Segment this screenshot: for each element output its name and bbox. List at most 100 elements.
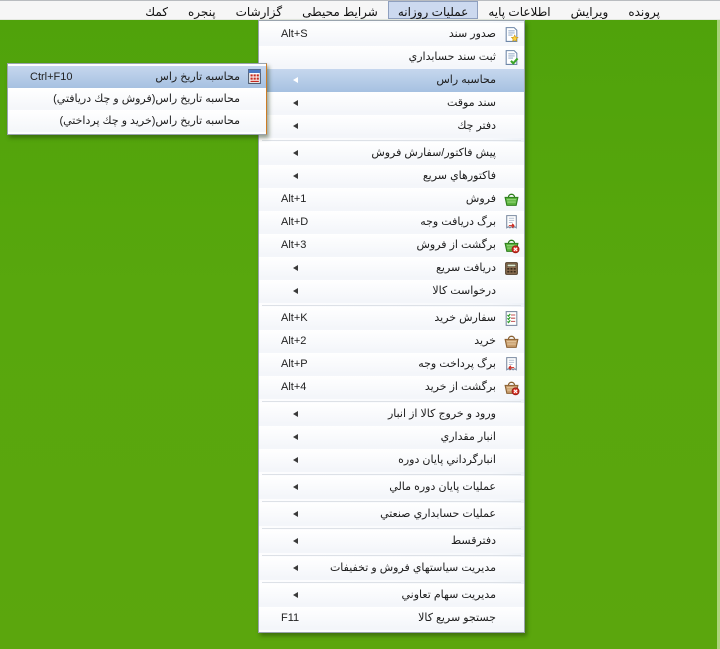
menu-separator	[262, 582, 521, 583]
submenu-arrow-icon	[293, 538, 298, 544]
menu-separator	[262, 501, 521, 502]
menubar-item-7[interactable]: كمك	[135, 1, 178, 19]
menubar-item-3[interactable]: عملیات روزانه	[388, 1, 478, 19]
submenu-arrow-icon	[293, 100, 298, 106]
dropdown-item-7[interactable]: فاكتورهاي سریع	[259, 165, 524, 188]
ras-date-submenu: محاسبه تاریخ راسCtrl+F10محاسبه تاریخ راس…	[7, 63, 267, 135]
dropdown-item-25[interactable]: عملیات حسابداري صنعتي	[259, 503, 524, 526]
menu-item-label: برگ پرداخت وجه	[418, 358, 496, 370]
dropdown-item-8[interactable]: فروش Alt+1	[259, 188, 524, 211]
dropdown-item-21[interactable]: انبارگرداني پایان دوره	[259, 449, 524, 472]
dropdown-item-16[interactable]: برگ پرداخت وجه Alt+P	[259, 353, 524, 376]
dropdown-item-4[interactable]: دفتر چك	[259, 115, 524, 138]
dropdown-item-6[interactable]: پیش فاكتور/سفارش فروش	[259, 142, 524, 165]
menu-item-label: محاسبه راس	[436, 74, 496, 86]
menu-item-label: محاسبه تاریخ راس(فروش و چك دریافتي)	[53, 93, 240, 105]
basket-tan-icon	[503, 333, 520, 350]
dropdown-item-19[interactable]: ورود و خروج كالا از انبار	[259, 403, 524, 426]
dropdown-item-32[interactable]: جستجو سریع كالا F11	[259, 607, 524, 630]
menu-item-label: محاسبه تاریخ راس(خرید و چك پرداختي)	[59, 115, 240, 127]
menu-item-label: ثبت سند حسابداري	[409, 51, 496, 63]
dropdown-item-1[interactable]: ثبت سند حسابداري	[259, 46, 524, 69]
dropdown-item-20[interactable]: انبار مقداري	[259, 426, 524, 449]
dropdown-item-10[interactable]: برگشت از فروشAlt+3	[259, 234, 524, 257]
submenu-item-2[interactable]: محاسبه تاریخ راس(خرید و چك پرداختي)	[8, 110, 266, 132]
submenu-arrow-icon	[293, 511, 298, 517]
menu-item-label: دفتر چك	[457, 120, 496, 132]
submenu-item-1[interactable]: محاسبه تاریخ راس(فروش و چك دریافتي)	[8, 88, 266, 110]
menubar-item-4[interactable]: شرایط محیطی	[292, 1, 388, 19]
menu-shortcut: Ctrl+F10	[30, 66, 73, 88]
submenu-arrow-icon	[293, 565, 298, 571]
menu-shortcut: Alt+2	[281, 330, 306, 353]
menu-shortcut: Alt+K	[281, 307, 308, 330]
dropdown-item-12[interactable]: درخواست كالا	[259, 280, 524, 303]
menu-item-label: پیش فاكتور/سفارش فروش	[371, 147, 496, 159]
dropdown-item-11[interactable]: دریافت سریع	[259, 257, 524, 280]
menu-separator	[262, 401, 521, 402]
menubar-item-1[interactable]: ویرایش	[561, 1, 619, 19]
dropdown-item-2[interactable]: محاسبه راس	[259, 69, 524, 92]
dropdown-item-17[interactable]: برگشت از خریدAlt+4	[259, 376, 524, 399]
daily-operations-menu: صدور سند Alt+S ثبت سند حسابداري محاسبه راس س…	[258, 20, 525, 633]
submenu-arrow-icon	[293, 150, 298, 156]
menu-item-label: عملیات پایان دوره مالي	[389, 481, 496, 493]
menu-item-label: خرید	[474, 335, 496, 347]
app-window: پروندهویرایشاطلاعات پایهعملیات روزانهشرا…	[0, 0, 720, 649]
dropdown-item-31[interactable]: مدیریت سهام تعاوني	[259, 584, 524, 607]
menu-shortcut: F11	[281, 607, 299, 630]
menu-shortcut: Alt+1	[281, 188, 306, 211]
receipt-out-icon	[503, 356, 520, 373]
submenu-item-0[interactable]: محاسبه تاریخ راس Ctrl+F10	[8, 66, 266, 88]
menu-item-label: دریافت سریع	[436, 262, 496, 274]
submenu-arrow-icon	[293, 434, 298, 440]
checklist-icon	[503, 310, 520, 327]
menubar-item-5[interactable]: گزارشات	[226, 1, 292, 19]
menu-shortcut: Alt+P	[281, 353, 308, 376]
menubar-item-6[interactable]: پنجره	[178, 1, 226, 19]
submenu-arrow-icon	[293, 288, 298, 294]
dropdown-item-9[interactable]: برگ دریافت وجه Alt+D	[259, 211, 524, 234]
dropdown-item-29[interactable]: مدیریت سیاستهاي فروش و تخفیفات	[259, 557, 524, 580]
menu-item-label: فاكتورهاي سریع	[423, 170, 496, 182]
calculator-icon	[246, 68, 263, 85]
receipt-in-icon	[503, 214, 520, 231]
submenu-arrow-icon	[293, 484, 298, 490]
dropdown-item-23[interactable]: عملیات پایان دوره مالي	[259, 476, 524, 499]
submenu-arrow-icon	[293, 411, 298, 417]
dropdown-item-3[interactable]: سند موقت	[259, 92, 524, 115]
dropdown-item-15[interactable]: خرید Alt+2	[259, 330, 524, 353]
submenu-arrow-icon	[293, 592, 298, 598]
menu-item-label: سفارش خرید	[434, 312, 496, 324]
menu-item-label: عملیات حسابداري صنعتي	[380, 508, 496, 520]
menu-item-label: انبارگرداني پایان دوره	[398, 454, 496, 466]
dropdown-item-0[interactable]: صدور سند Alt+S	[259, 23, 524, 46]
menu-item-label: فروش	[466, 193, 496, 205]
dropdown-item-27[interactable]: دفترقسط	[259, 530, 524, 553]
menu-item-label: جستجو سریع كالا	[418, 612, 496, 624]
document-check-icon	[503, 49, 520, 66]
menu-item-label: برگ دریافت وجه	[420, 216, 496, 228]
menu-shortcut: Alt+D	[281, 211, 308, 234]
menu-shortcut: Alt+S	[281, 23, 308, 46]
submenu-arrow-icon	[293, 173, 298, 179]
menu-item-label: ورود و خروج كالا از انبار	[388, 408, 496, 420]
submenu-arrow-icon	[293, 123, 298, 129]
menu-item-label: دفترقسط	[451, 535, 496, 547]
menu-item-label: درخواست كالا	[432, 285, 496, 297]
menu-item-label: صدور سند	[449, 28, 496, 40]
menu-item-label: مدیریت سهام تعاوني	[402, 589, 496, 601]
menubar-item-0[interactable]: پرونده	[618, 1, 670, 19]
menu-item-label: برگشت از خرید	[425, 381, 496, 393]
basket-green-icon	[503, 191, 520, 208]
dropdown-item-14[interactable]: سفارش خرید Alt+K	[259, 307, 524, 330]
cash-register-icon	[503, 260, 520, 277]
menu-separator	[262, 474, 521, 475]
menu-separator	[262, 305, 521, 306]
menu-separator	[262, 140, 521, 141]
menubar: پروندهویرایشاطلاعات پایهعملیات روزانهشرا…	[0, 0, 720, 20]
menu-separator	[262, 555, 521, 556]
menu-item-label: سند موقت	[447, 97, 496, 109]
menubar-item-2[interactable]: اطلاعات پایه	[478, 1, 560, 19]
menu-item-label: محاسبه تاریخ راس	[155, 71, 240, 83]
